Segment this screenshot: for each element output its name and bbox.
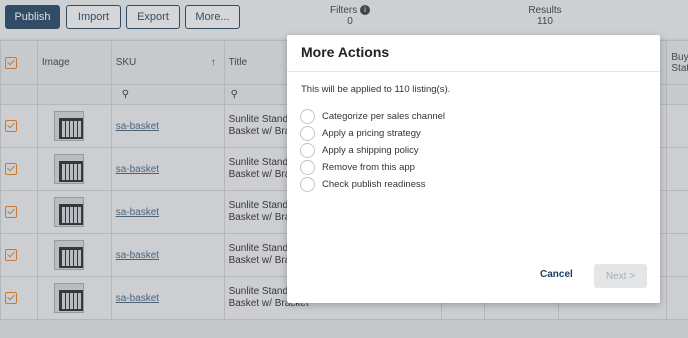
radio-button[interactable] <box>300 159 315 175</box>
next-button[interactable]: Next > <box>594 264 647 288</box>
radio-button[interactable] <box>300 142 315 158</box>
option-label: Remove from this app <box>322 161 415 173</box>
divider <box>287 71 660 72</box>
radio-button[interactable] <box>300 125 315 141</box>
option-label: Check publish readiness <box>322 178 426 190</box>
option-label: Categorize per sales channel <box>322 110 446 122</box>
option-pricing[interactable]: Apply a pricing strategy <box>300 125 421 141</box>
apply-note: This will be applied to 110 listing(s). <box>301 84 451 95</box>
option-categorize[interactable]: Categorize per sales channel <box>300 108 445 124</box>
cancel-button[interactable]: Cancel <box>540 269 573 280</box>
option-shipping[interactable]: Apply a shipping policy <box>300 142 419 158</box>
more-actions-dialog: More Actions This will be applied to 110… <box>287 35 660 303</box>
radio-button[interactable] <box>300 108 315 124</box>
option-readiness[interactable]: Check publish readiness <box>300 176 426 192</box>
option-label: Apply a shipping policy <box>322 144 419 156</box>
option-remove[interactable]: Remove from this app <box>300 159 415 175</box>
radio-button[interactable] <box>300 176 315 192</box>
option-label: Apply a pricing strategy <box>322 127 421 139</box>
dialog-title: More Actions <box>301 44 390 60</box>
